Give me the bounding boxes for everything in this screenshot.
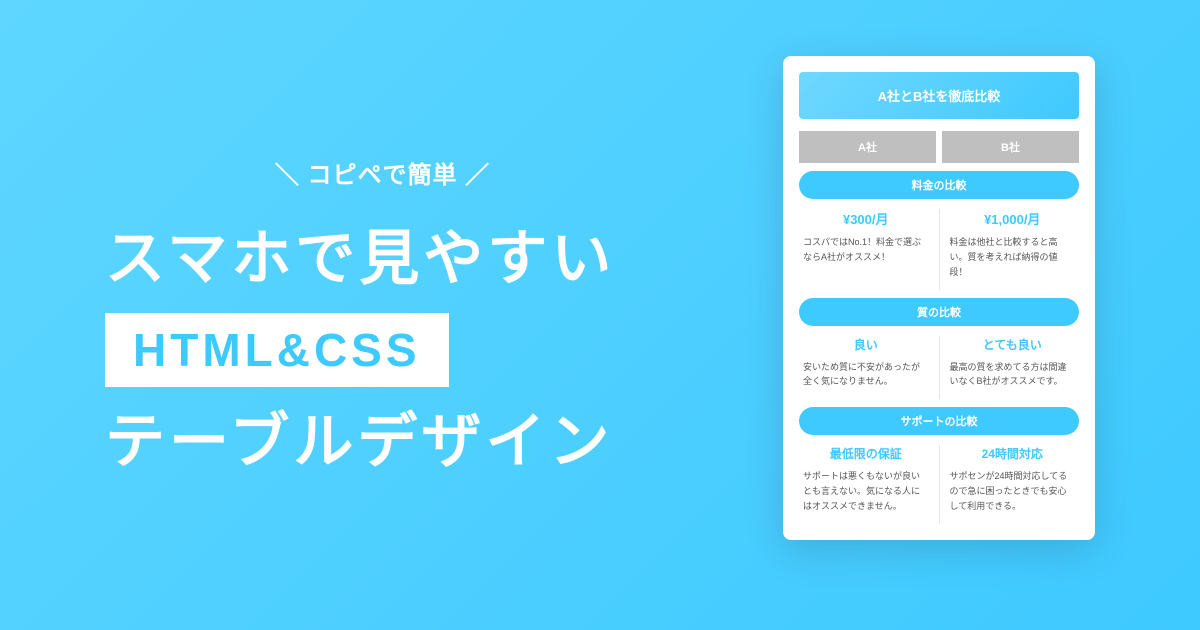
column-header-b: B社 xyxy=(942,131,1079,163)
headline-line-1: スマホで見やすい xyxy=(105,218,660,299)
quality-a: 良い xyxy=(803,336,929,353)
section-label-support: サポートの比較 xyxy=(799,407,1079,435)
tech-badge: HTML&CSS xyxy=(105,313,449,387)
tagline: ＼ コピペで簡単 ／ xyxy=(105,155,660,190)
comparison-card: A社とB社を徹底比較 A社 B社 料金の比較 ¥300/月 コスパではNo.1！… xyxy=(783,56,1095,540)
cell-quality-a: 良い 安いため質に不安があったが全く気になりません。 xyxy=(799,336,933,400)
desc-quality-a: 安いため質に不安があったが全く気になりません。 xyxy=(803,360,929,390)
cell-support-b: 24時間対応 サポセンが24時間対応してるので急に困ったときでも安心して利用でき… xyxy=(946,445,1080,524)
cell-price-a: ¥300/月 コスパではNo.1！料金で選ぶならA社がオススメ！ xyxy=(799,209,933,290)
compare-row-price: ¥300/月 コスパではNo.1！料金で選ぶならA社がオススメ！ ¥1,000/… xyxy=(799,209,1079,290)
card-title: A社とB社を徹底比較 xyxy=(799,72,1079,119)
desc-price-a: コスパではNo.1！料金で選ぶならA社がオススメ！ xyxy=(803,235,929,265)
divider xyxy=(939,445,940,524)
desc-support-a: サポートは悪くもないが良いとも言えない。気になる人にはオススメできません。 xyxy=(803,469,929,514)
hero-text: ＼ コピペで簡単 ／ スマホで見やすい HTML&CSS テーブルデザイン xyxy=(105,155,660,482)
divider xyxy=(939,209,940,290)
section-label-quality: 質の比較 xyxy=(799,298,1079,326)
support-b: 24時間対応 xyxy=(950,445,1076,462)
compare-row-quality: 良い 安いため質に不安があったが全く気になりません。 とても良い 最高の質を求め… xyxy=(799,336,1079,400)
quality-b: とても良い xyxy=(950,336,1076,353)
column-header-a: A社 xyxy=(799,131,936,163)
headline-line-2: テーブルデザイン xyxy=(105,401,660,482)
compare-row-support: 最低限の保証 サポートは悪くもないが良いとも言えない。気になる人にはオススメでき… xyxy=(799,445,1079,524)
cell-quality-b: とても良い 最高の質を求めてる方は間違いなくB社がオススメです。 xyxy=(946,336,1080,400)
price-a: ¥300/月 xyxy=(803,209,929,228)
support-a: 最低限の保証 xyxy=(803,445,929,462)
cell-support-a: 最低限の保証 サポートは悪くもないが良いとも言えない。気になる人にはオススメでき… xyxy=(799,445,933,524)
section-label-price: 料金の比較 xyxy=(799,171,1079,199)
table-header-row: A社 B社 xyxy=(799,131,1079,163)
badge-row: HTML&CSS xyxy=(105,313,660,387)
desc-support-b: サポセンが24時間対応してるので急に困ったときでも安心して利用できる。 xyxy=(950,469,1076,514)
cell-price-b: ¥1,000/月 料金は他社と比較すると高い。質を考えれば納得の値段！ xyxy=(946,209,1080,290)
desc-price-b: 料金は他社と比較すると高い。質を考えれば納得の値段！ xyxy=(950,235,1076,280)
desc-quality-b: 最高の質を求めてる方は間違いなくB社がオススメです。 xyxy=(950,360,1076,390)
divider xyxy=(939,336,940,400)
price-b: ¥1,000/月 xyxy=(950,209,1076,228)
